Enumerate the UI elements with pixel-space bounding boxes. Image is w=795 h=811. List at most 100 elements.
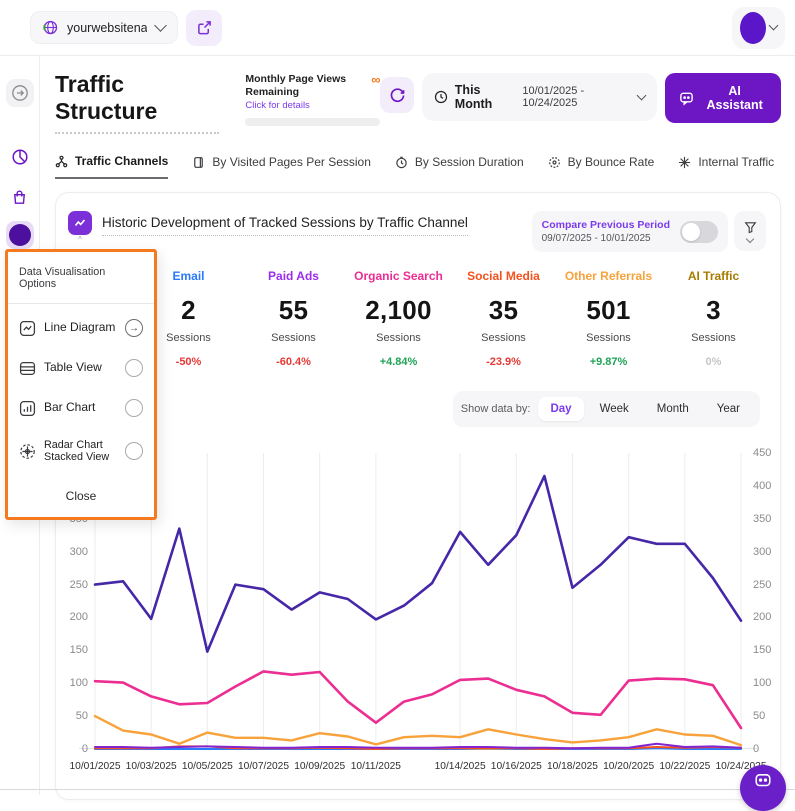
clock-icon xyxy=(434,90,448,104)
stat-paid-ads[interactable]: Paid Ads 55 Sessions -60.4% xyxy=(241,269,346,368)
chevron-down-icon xyxy=(746,234,754,242)
arrow-right-circle-icon xyxy=(11,84,29,102)
y-axis-label: 100 xyxy=(60,677,88,689)
active-module-icon xyxy=(9,224,31,246)
funnel-icon xyxy=(744,221,757,234)
sidebar-item-visualisation[interactable] xyxy=(6,221,34,249)
panel-close-button[interactable]: Close xyxy=(19,485,143,507)
shopping-bag-icon xyxy=(11,189,28,206)
show-data-by-label: Show data by: xyxy=(461,403,531,415)
option-line-diagram[interactable]: Line Diagram → xyxy=(19,308,143,348)
pie-chart-icon xyxy=(11,148,29,166)
views-progress-bar xyxy=(245,118,380,126)
stat-social-media[interactable]: Social Media 35 Sessions -23.9% xyxy=(451,269,556,368)
tab-label: By Session Duration xyxy=(415,155,524,169)
stat-organic-search[interactable]: Organic Search 2,100 Sessions +4.84% xyxy=(346,269,451,368)
tab-label: By Bounce Rate xyxy=(568,155,655,169)
support-chat-fab[interactable] xyxy=(740,765,786,811)
views-details-link[interactable]: Click for details xyxy=(245,100,380,111)
page-bottom-divider xyxy=(0,789,795,790)
tab-label: By Visited Pages Per Session xyxy=(212,155,371,169)
website-name: yourwebsitename.com xyxy=(67,21,147,35)
chevron-down-icon xyxy=(637,91,647,101)
y-axis-label: 250 xyxy=(753,579,787,591)
chat-icon xyxy=(754,772,772,790)
tab-by-session-duration[interactable]: By Session Duration xyxy=(395,155,524,178)
page-header: Traffic Structure Monthly Page Views Rem… xyxy=(55,71,781,134)
compare-toggle[interactable] xyxy=(680,221,718,243)
filter-button[interactable] xyxy=(734,211,766,251)
tab-label: Internal Traffic xyxy=(698,155,774,169)
chevron-down-icon xyxy=(769,21,779,31)
chevron-down-icon xyxy=(154,19,167,32)
sessions-chart-card: ^ Historic Development of Tracked Sessio… xyxy=(55,192,781,800)
line-diagram-icon xyxy=(19,320,36,337)
open-website-button[interactable] xyxy=(186,10,222,46)
views-remaining-label: Monthly Page Views Remaining xyxy=(245,73,371,98)
y-axis-label: 450 xyxy=(753,447,787,459)
granularity-week[interactable]: Week xyxy=(588,397,641,421)
panel-divider xyxy=(8,303,154,304)
nodes-icon xyxy=(55,155,68,168)
option-radar-chart[interactable]: Radar Chart Stacked View xyxy=(19,428,143,475)
tab-label: Traffic Channels xyxy=(75,154,168,168)
website-selector[interactable]: yourwebsitename.com xyxy=(30,11,178,44)
y-axis-label: 350 xyxy=(753,513,787,525)
page-views-remaining: Monthly Page Views Remaining ∞ Click for… xyxy=(245,73,380,126)
compare-range: 09/07/2025 - 10/01/2025 xyxy=(542,233,670,244)
top-bar: yourwebsitename.com xyxy=(0,0,795,55)
y-axis-label: 300 xyxy=(753,546,787,558)
page-title: Traffic Structure xyxy=(55,71,219,134)
compare-label: Compare Previous Period xyxy=(542,219,670,231)
chart-title: Historic Development of Tracked Sessions… xyxy=(102,215,468,236)
granularity-day[interactable]: Day xyxy=(538,397,583,421)
y-axis-label: 100 xyxy=(753,677,787,689)
refresh-icon xyxy=(389,87,406,104)
option-bar-chart[interactable]: Bar Chart xyxy=(19,388,143,428)
collapse-caret-icon[interactable]: ^ xyxy=(78,236,82,244)
sidebar-item-store[interactable] xyxy=(6,183,34,211)
period-range: 10/01/2025 - 10/24/2025 xyxy=(522,85,631,109)
stat-other-referrals[interactable]: Other Referrals 501 Sessions +9.87% xyxy=(556,269,661,368)
stopwatch-icon xyxy=(395,156,408,169)
radio-unselected xyxy=(125,399,143,417)
website-favicon-globe-icon xyxy=(43,20,58,35)
arrow-right-circle-icon: → xyxy=(125,319,143,337)
snowflake-icon xyxy=(678,156,691,169)
y-axis-label: 200 xyxy=(60,611,88,623)
y-axis-label: 150 xyxy=(753,644,787,656)
sidebar-collapse-button[interactable] xyxy=(6,79,34,107)
y-axis-label: 0 xyxy=(753,743,787,755)
tab-traffic-channels[interactable]: Traffic Channels xyxy=(55,154,168,179)
radar-chart-icon xyxy=(19,443,36,460)
data-visualisation-options-panel: Data Visualisation Options Line Diagram … xyxy=(5,249,157,520)
option-table-view[interactable]: Table View xyxy=(19,348,143,388)
period-label: This Month xyxy=(455,83,516,111)
y-axis-label: 0 xyxy=(60,743,88,755)
granularity-year[interactable]: Year xyxy=(705,397,752,421)
sidebar-item-analytics[interactable] xyxy=(6,143,34,171)
granularity-month[interactable]: Month xyxy=(645,397,701,421)
radio-unselected xyxy=(125,359,143,377)
chart-plot-area xyxy=(95,453,741,749)
tab-by-visited-pages[interactable]: By Visited Pages Per Session xyxy=(192,155,371,178)
y-axis-label: 200 xyxy=(753,611,787,623)
show-data-by-control: Show data by: Day Week Month Year xyxy=(453,391,760,427)
channel-stats-row: Email 2 Sessions -50% Paid Ads 55 Sessio… xyxy=(136,269,766,368)
tab-internal-traffic[interactable]: Internal Traffic xyxy=(678,155,774,178)
x-axis-label: 10/11/2025 xyxy=(338,761,414,772)
chat-icon xyxy=(679,91,694,106)
view-tabs: Traffic Channels By Visited Pages Per Se… xyxy=(55,154,781,179)
compare-previous-period: Compare Previous Period 09/07/2025 - 10/… xyxy=(532,211,728,252)
external-link-icon xyxy=(197,20,212,35)
ai-assistant-label: AI Assistant xyxy=(702,84,767,112)
date-range-selector[interactable]: This Month 10/01/2025 - 10/24/2025 xyxy=(422,73,657,121)
y-axis-label: 300 xyxy=(60,546,88,558)
panel-title: Data Visualisation Options xyxy=(19,266,143,290)
ai-assistant-button[interactable]: AI Assistant xyxy=(665,73,781,123)
tab-by-bounce-rate[interactable]: By Bounce Rate xyxy=(548,155,655,178)
user-menu[interactable] xyxy=(732,7,785,49)
y-axis-label: 250 xyxy=(60,579,88,591)
stat-ai-traffic[interactable]: AI Traffic 3 Sessions 0% xyxy=(661,269,766,368)
refresh-button[interactable] xyxy=(380,77,413,113)
